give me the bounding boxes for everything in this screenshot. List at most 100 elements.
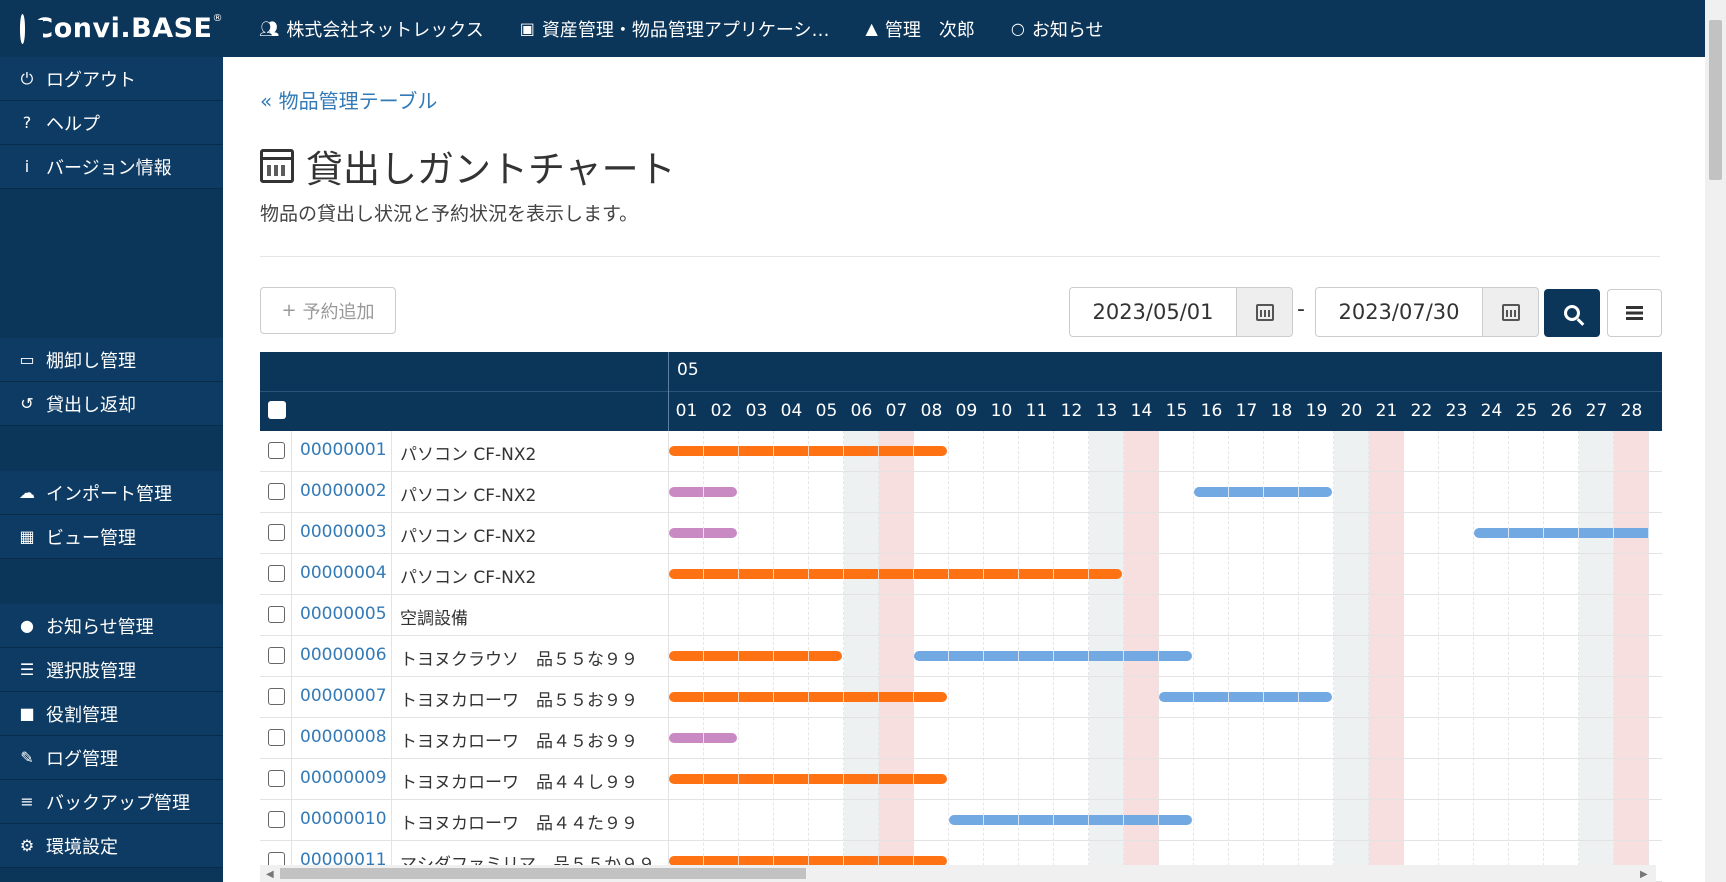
item-id-link[interactable]: 00000003 [300,522,387,542]
row-checkbox[interactable] [268,647,285,664]
table-row: 00000001 パソコン CF-NX2 [260,431,1662,472]
vertical-scroll-thumb[interactable] [1709,20,1722,180]
day-label: 26 [1550,401,1573,421]
day-label: 08 [920,401,943,421]
gantt-table: 05 01 02 03 04 05 06 07 08 09 10 11 12 13 14 15 16 17 18 1… [260,352,1662,882]
table-row: 00000008 トヨヌカローワ 品４５お９９ [260,718,1662,759]
table-row: 00000010 トヨヌカローワ 品４４た９９ [260,800,1662,841]
select-all-checkbox[interactable] [268,401,286,419]
day-label: 16 [1200,401,1223,421]
sidebar-item-options[interactable]: ☰ 選択肢管理 [0,648,223,692]
help-icon: ? [22,113,32,132]
sidebar-item-backup[interactable]: ≡ バックアップ管理 [0,780,223,824]
row-checkbox[interactable] [268,442,285,459]
item-id-link[interactable]: 00000009 [300,768,387,788]
day-label: 05 [815,401,838,421]
sidebar-item-roles[interactable]: ■ 役割管理 [0,692,223,736]
sidebar-item-label: ログアウト [46,69,136,91]
table-row: 00000007 トヨヌカローワ 品５５お９９ [260,677,1662,718]
item-id-link[interactable]: 00000004 [300,563,387,583]
divider [260,256,1660,257]
row-checkbox[interactable] [268,565,285,582]
day-label: 21 [1375,401,1398,421]
row-checkbox[interactable] [268,770,285,787]
sidebar-item-inventory[interactable]: ▭ 棚卸し管理 [0,338,223,382]
item-id-link[interactable]: 00000005 [300,604,387,624]
table-row: 00000003 パソコン CF-NX2 [260,513,1662,554]
sidebar-item-settings[interactable]: ⚙ 環境設定 [0,824,223,868]
item-name: トヨヌクラウソ 品５５な９９ [400,650,638,670]
convibase-logo-icon [20,13,45,44]
sidebar-item-notices[interactable]: ● お知らせ管理 [0,604,223,648]
menu-button[interactable] [1607,289,1662,337]
calendar-icon [260,149,294,183]
sidebar-item-label: ビュー管理 [46,527,136,549]
gears-icon: ⚙ [19,836,35,855]
row-checkbox[interactable] [268,524,285,541]
day-label: 01 [675,401,698,421]
calendar-icon [1501,303,1520,321]
item-id-link[interactable]: 00000010 [300,809,387,829]
calendar-icon [1255,303,1274,321]
row-checkbox[interactable] [268,811,285,828]
item-name: 空調設備 [400,609,468,629]
topnav-notices[interactable]: ○ お知らせ [1011,16,1104,42]
sidebar-item-lending[interactable]: ↺ 貸出し返却 [0,382,223,426]
date-from-picker-button[interactable] [1237,287,1293,337]
item-id-link[interactable]: 00000001 [300,440,387,460]
item-id-link[interactable]: 00000008 [300,727,387,747]
date-range-separator: - [1297,297,1305,322]
topnav-company[interactable]: 👥︎ 株式会社ネットレックス [259,16,484,42]
brand-logo-link[interactable]: Convi.BASE® [0,0,223,57]
date-to-picker-button[interactable] [1483,287,1539,337]
day-label: 20 [1340,401,1363,421]
page-title: 貸出しガントチャート [260,139,676,193]
info-icon: i [24,157,30,176]
horizontal-scroll-thumb[interactable] [280,868,806,879]
item-id-link[interactable]: 00000002 [300,481,387,501]
date-to-input[interactable]: 2023/07/30 [1315,287,1483,337]
topnav-user[interactable]: ▲ 管理 次郎 [866,16,975,42]
month-label: 05 [677,360,699,380]
item-id-link[interactable]: 00000006 [300,645,387,665]
horizontal-scrollbar[interactable]: ◀ ▶ [260,865,1656,882]
scroll-right-icon[interactable]: ▶ [1640,869,1648,880]
item-id-link[interactable]: 00000007 [300,686,387,706]
day-label: 02 [710,401,733,421]
search-button[interactable] [1544,289,1600,337]
gantt-month-header: 05 [260,352,1662,391]
sidebar-item-label: 選択肢管理 [46,660,136,682]
row-checkbox[interactable] [268,606,285,623]
table-row: 00000006 トヨヌクラウソ 品５５な９９ [260,636,1662,677]
day-label: 25 [1515,401,1538,421]
sidebar-item-logs[interactable]: ✎ ログ管理 [0,736,223,780]
sidebar-item-help[interactable]: ? ヘルプ [0,101,223,145]
table-icon: ▦ [19,527,35,546]
topnav-application[interactable]: ▣ 資産管理・物品管理アプリケーシ… [520,16,830,42]
scroll-left-icon[interactable]: ◀ [266,869,274,880]
column-divider [668,431,669,882]
comment-icon: ● [20,616,34,635]
add-reservation-label: 予約追加 [302,301,375,323]
sidebar-item-import[interactable]: ☁ インポート管理 [0,471,223,515]
day-label: 10 [990,401,1013,421]
sidebar-item-logout[interactable]: ⏻ ログアウト [0,57,223,101]
day-label: 24 [1480,401,1503,421]
topnav-notices-label: お知らせ [1031,19,1104,41]
add-reservation-button[interactable]: + 予約追加 [260,287,396,334]
vertical-scrollbar[interactable] [1705,0,1726,882]
sidebar-item-version[interactable]: i バージョン情報 [0,145,223,189]
sidebar: ⏻ ログアウト ? ヘルプ i バージョン情報 ▭ 棚卸し管理 ↺ 貸出し返却 … [0,57,223,882]
sidebar-item-views[interactable]: ▦ ビュー管理 [0,515,223,559]
row-checkbox[interactable] [268,483,285,500]
row-checkbox[interactable] [268,688,285,705]
row-checkbox[interactable] [268,729,285,746]
date-from-input[interactable]: 2023/05/01 [1069,287,1237,337]
table-row: 00000004 パソコン CF-NX2 [260,554,1662,595]
sidebar-item-label: ログ管理 [46,748,118,770]
users-icon: 👥︎ [259,19,280,38]
back-link[interactable]: « 物品管理テーブル [260,85,437,114]
page-description: 物品の貸出し状況と予約状況を表示します。 [260,203,639,225]
day-label: 14 [1130,401,1153,421]
search-icon [1564,305,1580,321]
